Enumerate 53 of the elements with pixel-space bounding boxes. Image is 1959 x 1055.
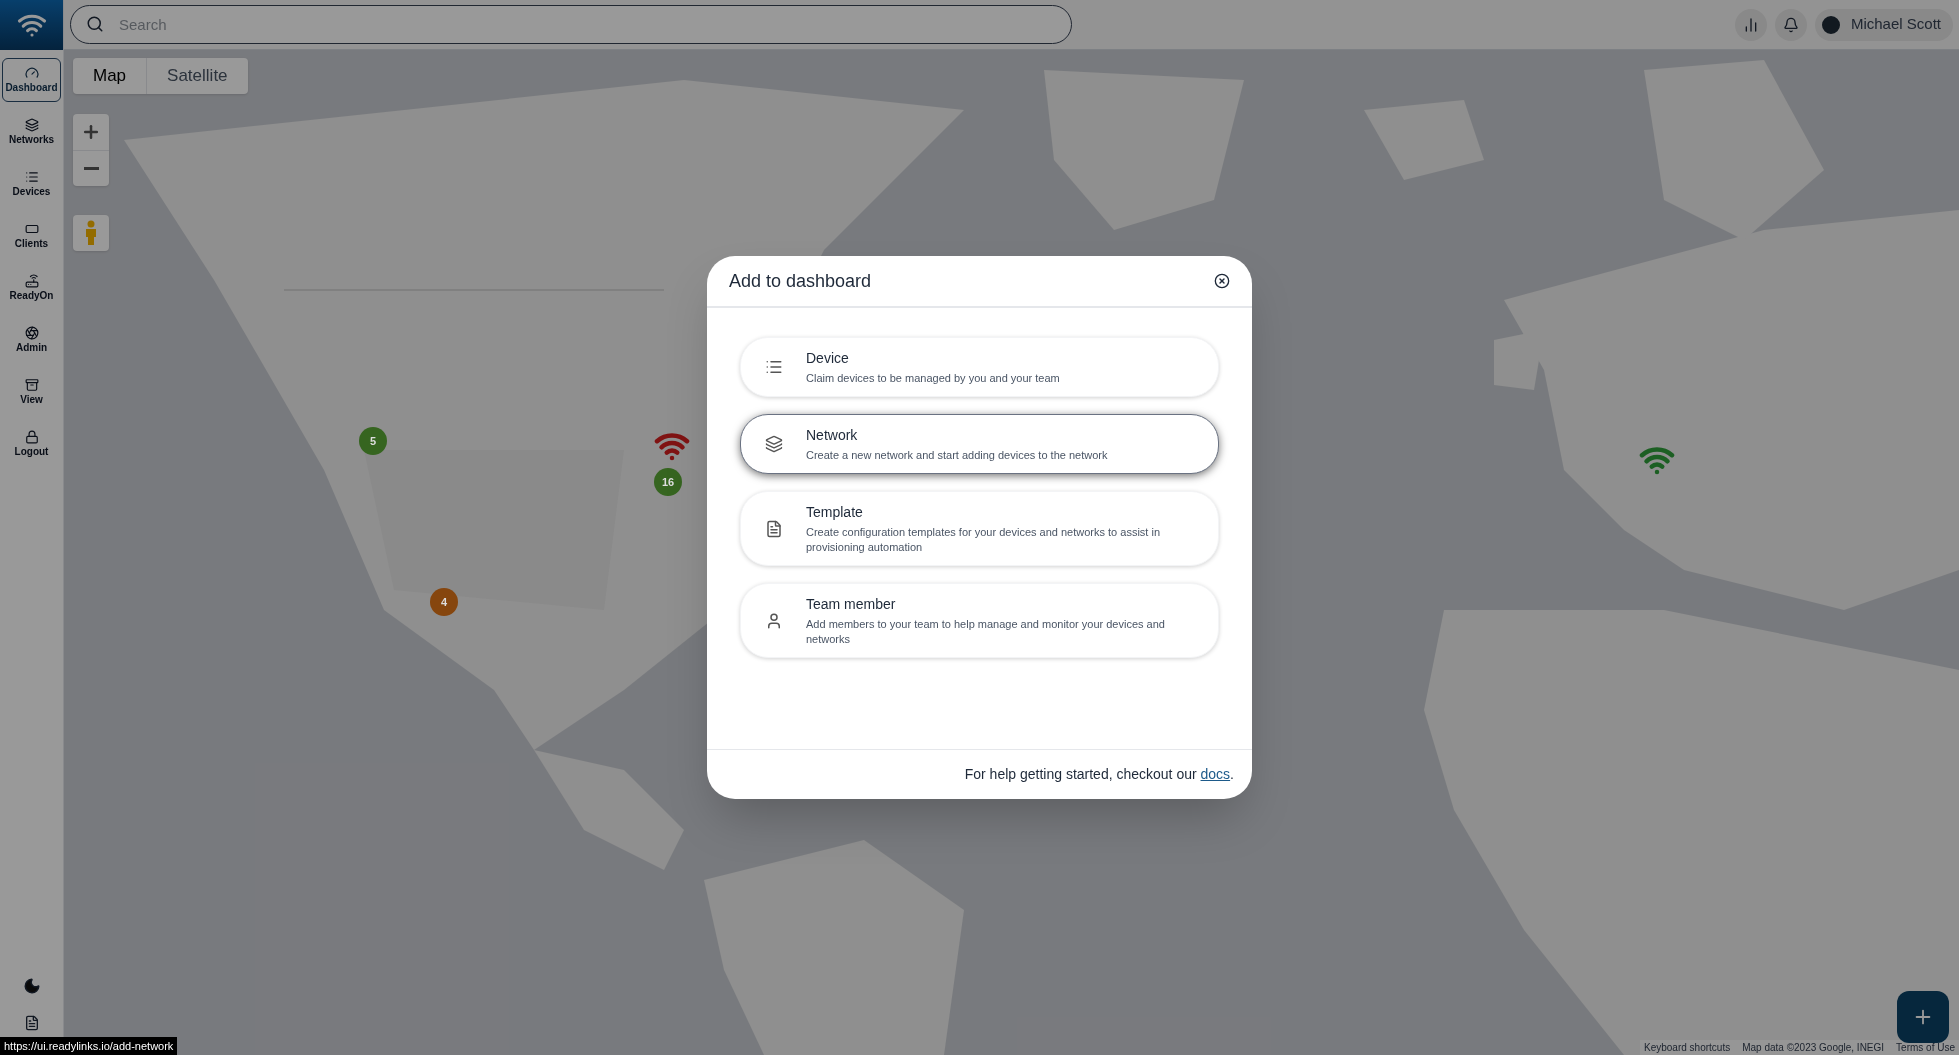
dark-mode-button[interactable] <box>22 977 41 995</box>
lock-icon <box>24 429 39 444</box>
pegman-icon <box>84 220 98 246</box>
docs-button[interactable] <box>23 1015 40 1031</box>
option-description: Add members to your team to help manage and monitor your devices and networks <box>806 617 1166 647</box>
list-icon <box>24 169 39 184</box>
option-title: Team member <box>806 595 897 614</box>
list-icon <box>764 358 783 376</box>
map-attribution-link[interactable]: Terms of Use <box>1896 1040 1955 1055</box>
option-description: Create a new network and start adding devices to the network <box>806 448 1108 463</box>
archive-icon <box>24 377 39 392</box>
layers-icon <box>24 117 39 132</box>
close-icon <box>1214 273 1230 289</box>
help-text: For help getting started, checkout our docs. <box>964 765 1234 784</box>
close-button[interactable] <box>1214 273 1230 289</box>
option-description: Claim devices to be managed by you and your team <box>806 371 1060 386</box>
add-button[interactable] <box>1897 991 1949 1043</box>
sidebar-item[interactable]: Dashboard <box>2 58 61 102</box>
gauge-icon <box>24 65 39 80</box>
document-icon <box>764 519 783 538</box>
bell-icon <box>1782 16 1799 33</box>
search-icon <box>86 15 104 33</box>
sidebar-item[interactable]: Networks <box>2 110 61 154</box>
moon-icon <box>22 977 41 995</box>
user-menu-button[interactable]: Michael Scott <box>1814 8 1953 41</box>
layers-icon <box>764 435 783 453</box>
map-attribution-link[interactable]: Keyboard shortcuts <box>1644 1040 1731 1055</box>
option-description: Create configuration templates for your devices and networks to assist in provisioning automation <box>806 525 1161 555</box>
minus-icon <box>83 167 99 170</box>
option-title: Network <box>806 426 859 445</box>
dashboard-option[interactable]: Device Claim devices to be managed by you and your team <box>740 337 1219 397</box>
sidebar-item[interactable]: Admin <box>2 318 61 362</box>
router-icon <box>24 273 39 288</box>
sidebar-item[interactable]: View <box>2 370 61 414</box>
sidebar-item[interactable]: Logout <box>2 422 61 466</box>
sidebar-item[interactable]: Clients <box>2 214 61 258</box>
option-title: Template <box>806 503 864 522</box>
dashboard-option[interactable]: Template Create configuration templates for your devices and networks to assist in provisioning automation <box>740 491 1219 566</box>
search-field[interactable]: Search <box>70 5 1072 44</box>
dialog-title: Add to dashboard <box>729 269 872 293</box>
sidebar-item[interactable]: Devices <box>2 162 61 206</box>
dashboard-option[interactable]: Network Create a new network and start adding devices to the network <box>740 414 1219 474</box>
sidebar-item[interactable]: ReadyOn <box>2 266 61 310</box>
map-attribution-link[interactable]: Map data ©2023 Google, INEGI <box>1742 1040 1885 1055</box>
aperture-icon <box>24 325 39 340</box>
stats-button[interactable] <box>1734 8 1767 41</box>
notifications-button[interactable] <box>1774 8 1807 41</box>
plus-icon <box>81 122 101 142</box>
dashboard-option[interactable]: Team member Add members to your team to help manage and monitor your devices and networks <box>740 583 1219 658</box>
option-title: Device <box>806 349 850 368</box>
document-icon <box>23 1015 40 1031</box>
map-type-tab[interactable]: Map <box>73 58 147 94</box>
map-type-tab[interactable]: Satellite <box>146 58 248 94</box>
